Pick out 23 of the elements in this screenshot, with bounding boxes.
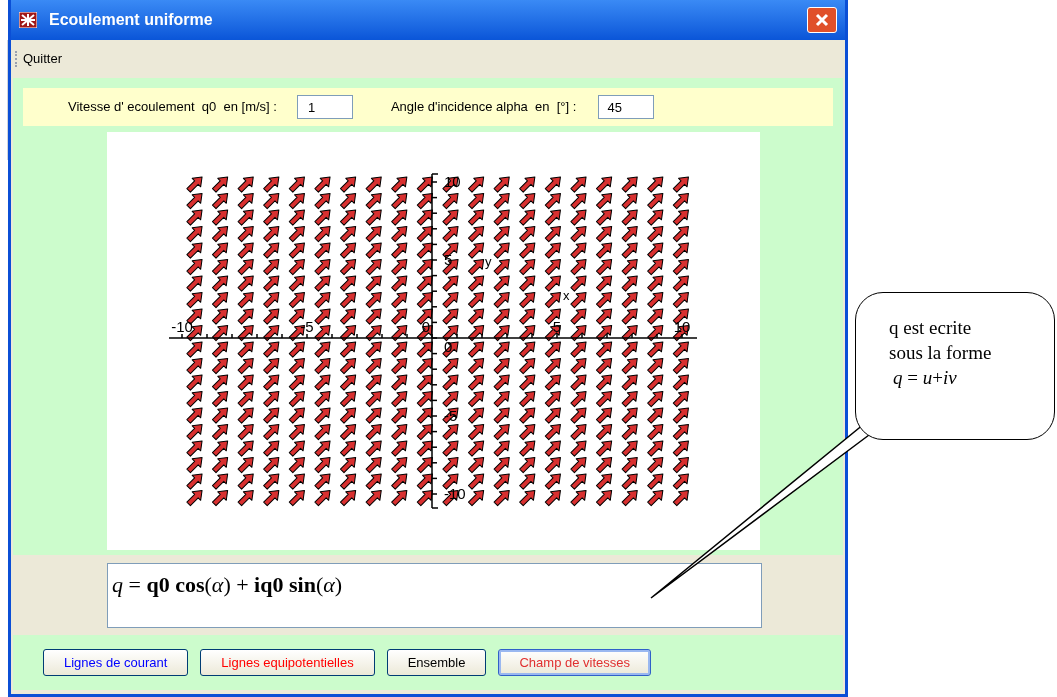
callout-formula: q = u+iv <box>892 366 958 390</box>
action-button[interactable]: Champ de vitesses <box>498 649 651 676</box>
menu-item[interactable]: Quitter <box>23 49 62 69</box>
y-tick-label: 0 <box>444 338 453 355</box>
y-axis-label: y <box>485 254 492 269</box>
angle-input[interactable]: 45 <box>598 95 655 119</box>
formula-text: q = q0 cos(α) + iq0 sin(α) <box>107 562 762 628</box>
action-button[interactable]: Lignes de courant <box>43 649 189 676</box>
x-tick-label: -10 <box>171 318 193 335</box>
close-icon <box>815 13 829 27</box>
action-button[interactable]: Lignes equipotentielles <box>200 649 375 676</box>
field-label: Vitesse d' ecoulement q0 en [m/s] : <box>68 98 277 117</box>
x-tick-label: -5 <box>300 318 314 335</box>
close-button[interactable] <box>807 7 837 33</box>
action-button[interactable]: Ensemble <box>386 649 487 676</box>
window-title: Ecoulement uniforme <box>49 10 213 30</box>
y-tick-label: -5 <box>444 407 458 424</box>
field-label: Angle d'incidence alpha en [°] : <box>390 98 577 117</box>
x-tick-label: 0 <box>421 318 431 335</box>
speed-input[interactable]: 1 <box>296 95 353 119</box>
app-icon <box>19 12 37 28</box>
y-tick-label: 10 <box>444 173 461 190</box>
x-axis-label: x <box>563 288 570 303</box>
